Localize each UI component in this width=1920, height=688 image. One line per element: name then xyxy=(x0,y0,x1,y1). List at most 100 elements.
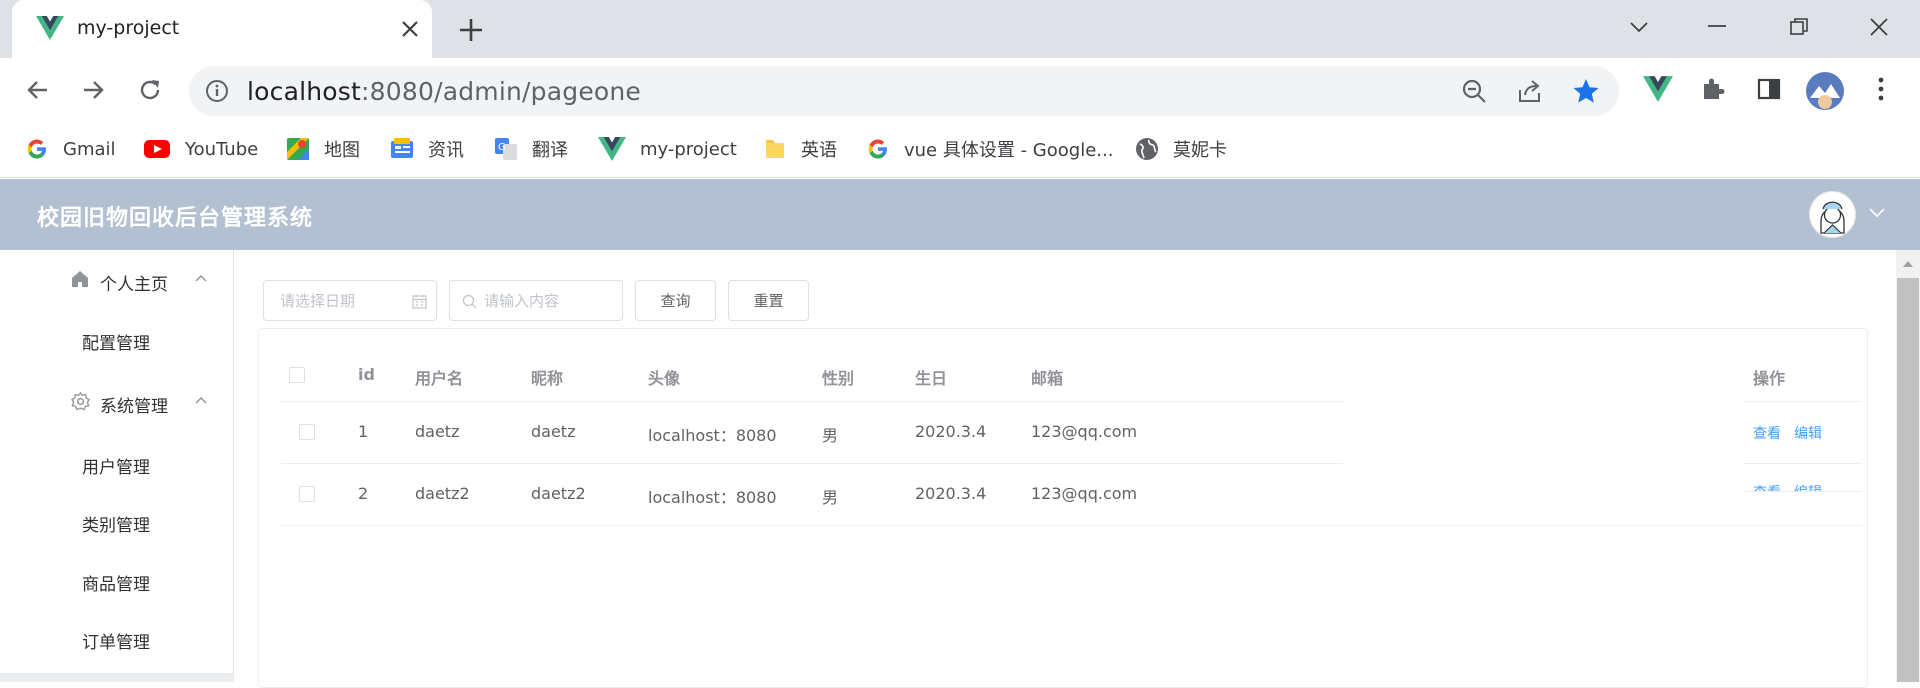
query-button[interactable]: 查询 xyxy=(635,280,716,321)
info-icon[interactable] xyxy=(205,79,229,103)
address-bar[interactable]: localhost:8080/admin/pageone xyxy=(189,66,1619,116)
side-panel-icon[interactable] xyxy=(1756,76,1782,102)
row-divider xyxy=(1743,401,1862,402)
sidebar-group-home[interactable]: 个人主页 xyxy=(0,250,233,310)
edit-link[interactable]: 编辑 xyxy=(1794,423,1822,443)
browser-toolbar: localhost:8080/admin/pageone xyxy=(0,58,1920,122)
sidebar-item-label: 用户管理 xyxy=(82,458,150,478)
view-link[interactable]: 查看 xyxy=(1753,423,1781,443)
row-divider xyxy=(1743,463,1862,464)
bookmark-gmail[interactable]: Gmail xyxy=(25,133,116,165)
row-checkbox[interactable] xyxy=(299,424,315,440)
bookmark-label: Gmail xyxy=(63,138,116,160)
column-header-actions: 操作 xyxy=(1753,369,1786,388)
page-scrollbar[interactable] xyxy=(1896,250,1920,682)
row-divider xyxy=(1743,491,1862,492)
date-input[interactable] xyxy=(280,281,400,320)
column-header-birthday: 生日 xyxy=(915,369,948,388)
sidebar-item-config[interactable]: 配置管理 xyxy=(0,312,233,368)
bookmark-vue-settings[interactable]: vue 具体设置 - Google... xyxy=(866,133,1113,165)
share-icon[interactable] xyxy=(1517,78,1543,104)
search-input[interactable] xyxy=(484,281,614,320)
chevron-down-icon[interactable] xyxy=(1629,20,1649,34)
profile-avatar-icon[interactable] xyxy=(1806,72,1844,110)
column-header-username: 用户名 xyxy=(415,369,464,388)
url-host: localhost xyxy=(247,77,362,106)
bookmark-news[interactable]: 资讯 xyxy=(390,133,464,165)
gear-icon xyxy=(71,392,90,411)
close-window-icon[interactable] xyxy=(1869,17,1889,37)
bookmark-label: 翻译 xyxy=(532,140,568,161)
sidebar-group-system[interactable]: 系统管理 xyxy=(0,372,233,432)
cell-id: 2 xyxy=(358,484,369,503)
url-text: localhost:8080/admin/pageone xyxy=(247,77,641,106)
row-divider xyxy=(281,463,1343,464)
sidebar-item-products[interactable]: 商品管理 xyxy=(0,553,233,609)
edit-link[interactable]: 编辑 xyxy=(1794,482,1822,491)
user-avatar[interactable] xyxy=(1809,191,1856,238)
app-header: 校园旧物回收后台管理系统 xyxy=(0,179,1920,250)
row-divider xyxy=(281,401,1343,402)
date-picker[interactable] xyxy=(263,280,437,321)
sidebar-group-label: 个人主页 xyxy=(100,275,168,295)
restore-icon[interactable] xyxy=(1789,17,1809,37)
back-icon[interactable] xyxy=(26,78,50,102)
sidebar-item-categories[interactable]: 类别管理 xyxy=(0,494,233,550)
reset-button[interactable]: 重置 xyxy=(728,280,809,321)
bookmark-label: YouTube xyxy=(185,138,259,160)
new-tab-icon[interactable] xyxy=(458,17,484,43)
vue-devtools-icon[interactable] xyxy=(1643,76,1673,102)
bookmark-translate[interactable]: G 翻译 xyxy=(494,133,568,165)
menu-kebab-icon[interactable] xyxy=(1877,76,1885,102)
svg-text:G: G xyxy=(498,142,506,153)
column-header-id: id xyxy=(358,365,375,384)
bookmark-english[interactable]: 英语 xyxy=(763,133,837,165)
sidebar-item-label: 类别管理 xyxy=(82,516,150,536)
minimize-icon[interactable] xyxy=(1707,24,1727,28)
cell-gender: 男 xyxy=(822,488,839,507)
google-icon xyxy=(866,137,890,161)
row-checkbox[interactable] xyxy=(299,486,315,502)
extensions-icon[interactable] xyxy=(1700,76,1726,102)
close-icon[interactable] xyxy=(400,19,420,39)
bookmark-maps[interactable]: 地图 xyxy=(286,133,360,165)
bookmark-youtube[interactable]: YouTube xyxy=(143,133,258,165)
view-link[interactable]: 查看 xyxy=(1753,482,1781,491)
bookmark-monica[interactable]: 莫妮卡 xyxy=(1135,133,1227,165)
column-header-avatar: 头像 xyxy=(648,369,681,388)
scroll-up-icon[interactable] xyxy=(1902,260,1914,268)
news-icon xyxy=(390,137,414,161)
search-icon xyxy=(462,294,477,309)
select-all-checkbox[interactable] xyxy=(289,367,305,383)
bookmark-my-project[interactable]: my-project xyxy=(598,133,737,165)
sidebar-item-orders[interactable]: 订单管理 xyxy=(0,611,233,667)
column-header-email: 邮箱 xyxy=(1031,369,1064,388)
forward-icon[interactable] xyxy=(81,78,105,102)
browser-tab[interactable]: my-project xyxy=(12,0,432,58)
search-box[interactable] xyxy=(449,280,623,321)
zoom-out-icon[interactable] xyxy=(1461,78,1487,104)
sidebar-item-users[interactable]: 用户管理 xyxy=(0,436,233,492)
sidebar-item-next[interactable] xyxy=(0,673,233,682)
chevron-down-icon[interactable] xyxy=(1868,206,1886,218)
cell-birthday: 2020.3.4 xyxy=(915,484,987,503)
bookmark-label: 资讯 xyxy=(428,140,464,161)
vue-icon xyxy=(36,16,64,40)
tab-title: my-project xyxy=(77,17,180,39)
globe-icon xyxy=(1135,137,1159,161)
table-bottom-border xyxy=(281,525,1862,526)
cell-username: daetz2 xyxy=(415,484,470,503)
bookmark-label: 英语 xyxy=(801,140,837,161)
app-title: 校园旧物回收后台管理系统 xyxy=(37,206,314,231)
reload-icon[interactable] xyxy=(138,78,162,102)
table-panel: id 用户名 昵称 头像 性别 生日 邮箱 操作 1 daetz daetz l… xyxy=(258,328,1868,688)
vue-icon xyxy=(598,137,626,161)
bookmark-star-icon[interactable] xyxy=(1572,78,1600,104)
scrollbar-thumb[interactable] xyxy=(1897,278,1919,682)
sidebar-item-label: 配置管理 xyxy=(82,334,150,354)
youtube-icon xyxy=(143,137,171,161)
url-path: :8080/admin/pageone xyxy=(361,77,642,106)
cell-birthday: 2020.3.4 xyxy=(915,422,987,441)
cell-email: 123@qq.com xyxy=(1031,484,1138,503)
sidebar-group-label: 系统管理 xyxy=(100,397,168,417)
